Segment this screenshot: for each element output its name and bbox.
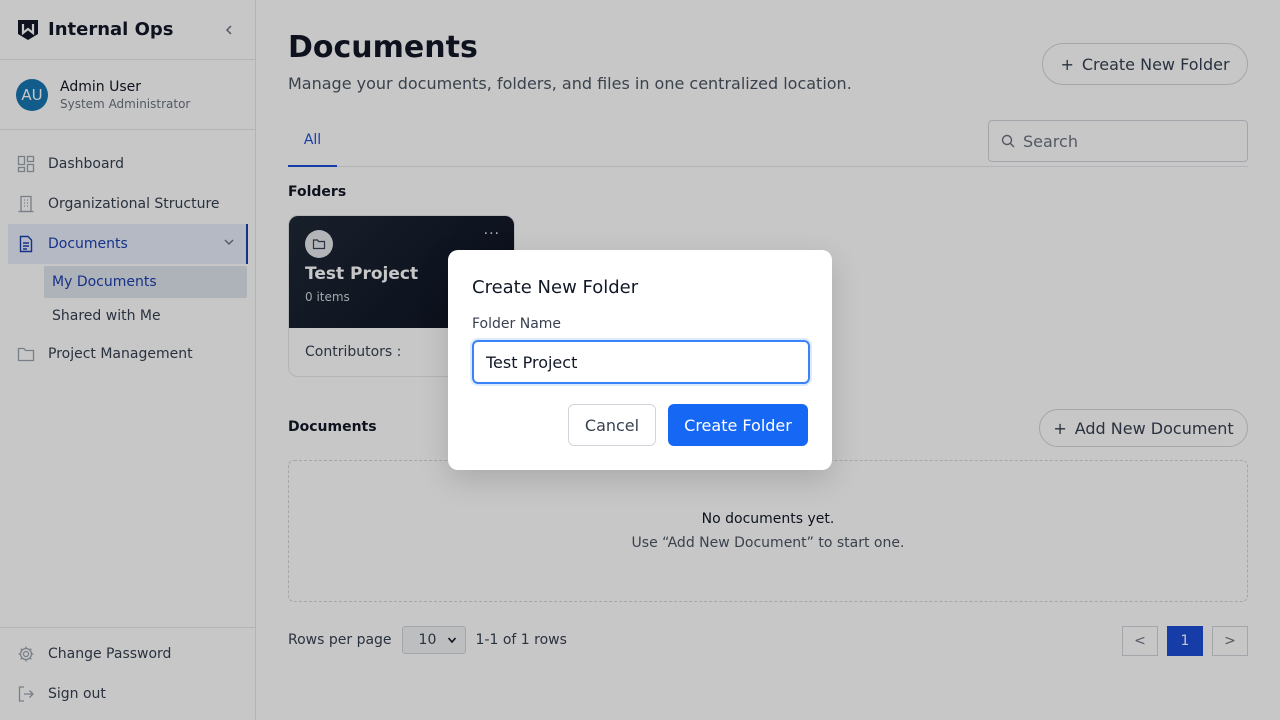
dialog-title: Create New Folder <box>472 277 639 298</box>
create-folder-dialog: Create New Folder Folder Name Cancel Cre… <box>448 250 832 470</box>
folder-name-input[interactable] <box>486 352 796 372</box>
create-folder-button[interactable]: Create Folder <box>668 404 808 446</box>
dialog-actions: Cancel Create Folder <box>568 404 808 446</box>
folder-name-label: Folder Name <box>472 316 562 332</box>
folder-name-field[interactable] <box>472 340 810 384</box>
cancel-button[interactable]: Cancel <box>568 404 656 446</box>
